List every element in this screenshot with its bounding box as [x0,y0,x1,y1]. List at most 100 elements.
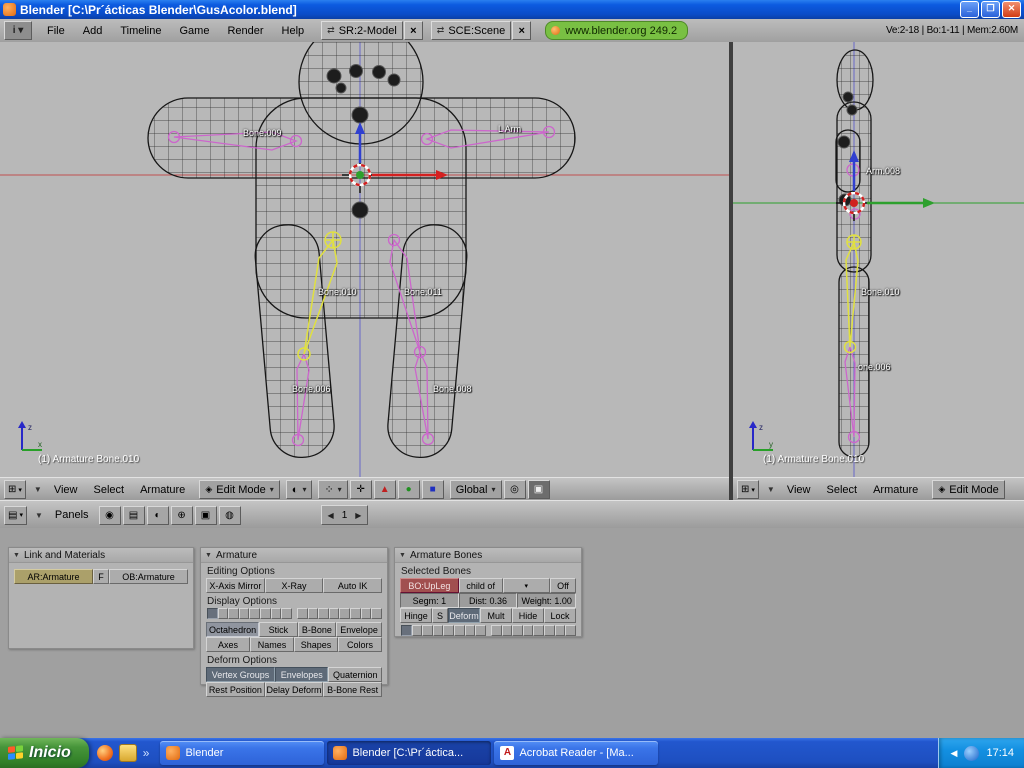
segments-field[interactable]: Segm: 1 [400,593,459,608]
manipulator-y-arrow[interactable] [867,198,935,208]
armature-layer-toggle[interactable] [371,608,382,619]
quaternion-toggle[interactable]: Quaternion [328,667,382,682]
window-type-button[interactable]: ▤ ▾ [4,505,27,525]
shapes-toggle[interactable]: Shapes [294,637,338,652]
bone-layer-toggle[interactable] [533,625,545,636]
menu-help[interactable]: Help [273,25,314,37]
bone-layer-toggle[interactable] [422,625,433,636]
pivot-dropdown[interactable]: ⁘ ▾ [318,480,348,499]
parent-dropdown[interactable]: ▾ [502,578,550,593]
bone-layer-toggle[interactable] [522,625,534,636]
bone-layer-toggle[interactable] [544,625,555,636]
x-ray-toggle[interactable]: X-Ray [264,578,324,593]
scene-selector[interactable]: ⇄ SCE:Scene [430,21,512,40]
armature-layer-toggle[interactable] [249,608,261,619]
bone-layer-toggle[interactable] [464,625,476,636]
minimize-button[interactable]: _ [960,1,979,18]
bone-layer-toggle[interactable] [401,625,412,636]
screen-unlink-button[interactable]: × [403,21,423,40]
firefox-icon[interactable] [96,745,113,761]
x-axis-mirror-toggle[interactable]: X-Axis Mirror [206,578,265,593]
screen-selector[interactable]: ⇄ SR:2-Model [321,21,403,40]
folder-icon[interactable] [118,744,137,762]
bone-layer-toggle[interactable] [501,625,513,636]
taskbar-task-acrobat[interactable]: A Acrobat Reader - [Ma... [494,741,659,765]
panel-collapse-icon[interactable]: ▼ [13,552,20,559]
b-bone-rest-toggle[interactable]: B-Bone Rest [323,682,383,697]
armature-layer-toggle[interactable] [350,608,361,619]
armature-layer-toggle[interactable] [228,608,239,619]
menu-view[interactable]: View [779,484,819,496]
deform-toggle[interactable]: Deform [448,608,480,623]
dist-field[interactable]: Dist: 0.36 [458,593,518,608]
armature-layer-toggle[interactable] [281,608,292,619]
frame-prev-icon[interactable]: ◀ [328,511,334,520]
editing-context-button[interactable]: ▣ [194,505,217,525]
rest-position-toggle[interactable]: Rest Position [206,682,265,697]
bone-layer-toggle[interactable] [443,625,455,636]
header-collapse-icon[interactable]: ▼ [34,485,42,494]
hinge-toggle[interactable]: Hinge [400,608,432,623]
armature-layer-toggle[interactable] [207,608,218,619]
menu-render[interactable]: Render [218,25,272,37]
menu-game[interactable]: Game [170,25,218,37]
frame-next-icon[interactable]: ▶ [355,511,361,520]
draw-type-dropdown[interactable]: ◐ ▾ [285,480,313,499]
logic-context-button[interactable]: ◉ [98,505,121,525]
armature-layer-toggle[interactable] [339,608,351,619]
scene-unlink-button[interactable]: × [512,21,532,40]
connected-toggle[interactable]: Off [550,578,576,593]
scale-manipulator-button[interactable]: ■ [421,480,444,499]
rotate-manipulator-button[interactable]: ● [397,480,420,499]
tray-collapse-icon[interactable]: ◀ [951,748,958,759]
mult-toggle[interactable]: Mult [480,608,512,623]
window-type-button[interactable]: ⊞ ▾ [4,480,26,499]
bone-layer-toggle[interactable] [554,625,566,636]
header-collapse-icon[interactable]: ▼ [35,511,43,520]
taskbar-task-blender-file[interactable]: Blender [C:\Pr´áctica... [327,741,492,765]
shading-context-button[interactable]: ◐ [146,505,169,525]
lock-toggle[interactable]: Lock [544,608,576,623]
tray-network-icon[interactable] [964,745,980,761]
bone-layer-toggle[interactable] [475,625,486,636]
panel-collapse-icon[interactable]: ▼ [205,552,212,559]
taskbar-task-blender[interactable]: Blender [160,741,325,765]
snap-button[interactable]: ◎ [503,480,526,499]
viewport-front[interactable]: Bone.009 L Arm Bone.010 Bone.011 Bone.00… [0,42,729,477]
fake-user-button[interactable]: F [93,569,109,584]
window-type-button[interactable]: ⊞ ▾ [737,480,759,499]
armature-layer-toggle[interactable] [260,608,271,619]
armature-layer-toggle[interactable] [297,608,308,619]
armature-datablock-field[interactable]: AR:Armature [14,569,93,584]
bone-layer-toggle[interactable] [411,625,423,636]
bone-layer-toggle[interactable] [512,625,523,636]
manipulator-x-dot[interactable] [850,199,858,207]
colors-toggle[interactable]: Colors [338,637,382,652]
scene-context-button[interactable]: ◍ [218,505,241,525]
viewport-side[interactable]: Arm.008 Bone.010 one.006 z y (1) Armatur… [733,42,1024,477]
menu-add[interactable]: Add [74,25,112,37]
object-context-button[interactable]: ⊕ [170,505,193,525]
menu-select[interactable]: Select [818,484,865,496]
quick-launch-expand-icon[interactable]: » [143,746,150,760]
close-button[interactable]: ✕ [1002,1,1021,18]
object-name-field[interactable]: OB:Armature [109,569,188,584]
manipulator-y-dot[interactable] [356,171,364,179]
armature-layer-toggle[interactable] [307,608,319,619]
axes-toggle[interactable]: Axes [206,637,250,652]
b-bone-toggle[interactable]: B-Bone [297,622,337,637]
start-button[interactable]: Inicio [0,738,89,768]
s-toggle[interactable]: S [432,608,448,623]
menu-armature[interactable]: Armature [865,484,926,496]
envelopes-toggle[interactable]: Envelopes [274,667,329,682]
delay-deform-toggle[interactable]: Delay Deform [264,682,324,697]
restore-button[interactable]: ❐ [981,1,1000,18]
mode-dropdown[interactable]: ◈ Edit Mode [932,480,1005,499]
window-type-menu-icon[interactable]: i ▾ [4,21,32,40]
mode-dropdown[interactable]: ◈ Edit Mode ▾ [199,480,280,499]
frame-counter[interactable]: ◀ 1 ▶ [320,505,369,525]
bone-layer-toggle[interactable] [565,625,576,636]
panel-header[interactable]: ▼ Armature Bones [395,548,581,563]
menu-timeline[interactable]: Timeline [111,25,170,37]
armature-layer-toggle[interactable] [318,608,329,619]
